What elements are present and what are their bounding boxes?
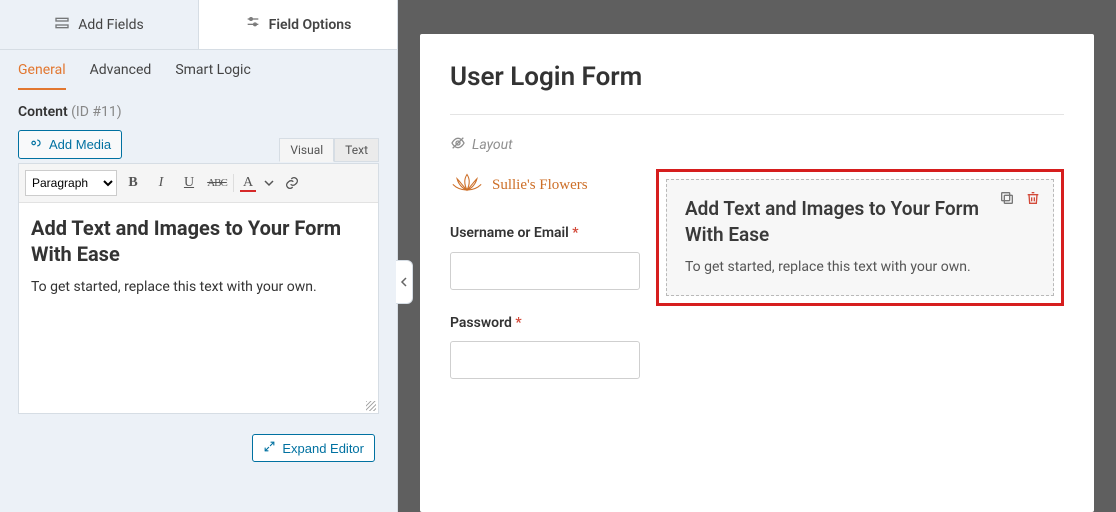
field-password-label: Password * (450, 314, 640, 334)
tab-field-options[interactable]: Field Options (199, 0, 397, 49)
required-mark: * (515, 315, 521, 331)
sliders-icon (245, 15, 261, 35)
underline-button[interactable]: U (177, 171, 201, 195)
toolbar-divider (233, 174, 234, 192)
form-title: User Login Form (450, 62, 1064, 115)
selected-block-highlight: Add Text and Images to Your Form With Ea… (656, 169, 1064, 306)
subtab-smart-logic[interactable]: Smart Logic (175, 62, 250, 90)
expand-icon (263, 440, 276, 456)
content-block-body: To get started, replace this text with y… (685, 259, 1035, 275)
editor-resize-handle[interactable] (366, 401, 376, 411)
add-media-button[interactable]: Add Media (18, 130, 122, 159)
mode-text[interactable]: Text (334, 138, 379, 162)
preview-canvas-outer: User Login Form Layout (398, 0, 1116, 512)
editor-heading-text: Add Text and Images to Your Form With Ea… (31, 215, 366, 267)
field-password[interactable]: Password * (450, 314, 640, 380)
link-button[interactable] (280, 171, 304, 195)
layout-row: Sullie's Flowers Username or Email * (450, 169, 1064, 403)
text-color-button[interactable]: A (238, 172, 258, 194)
content-id: (ID #11) (71, 104, 122, 120)
field-username[interactable]: Username or Email * (450, 224, 640, 290)
rich-text-editor: Visual Text Paragraph B I U ABC A (18, 163, 379, 414)
content-block-heading: Add Text and Images to Your Form With Ea… (685, 196, 1035, 247)
expand-editor-button[interactable]: Expand Editor (252, 434, 375, 462)
block-actions (999, 190, 1041, 210)
eye-off-icon (450, 135, 466, 155)
panel-top-tabs: Add Fields Field Options (0, 0, 397, 50)
editor-mode-tabs: Visual Text (279, 138, 379, 162)
editor-toolbar: Paragraph B I U ABC A (19, 164, 378, 203)
editor-body-text: To get started, replace this text with y… (31, 279, 366, 295)
tab-field-options-label: Field Options (269, 17, 352, 33)
password-input[interactable] (450, 341, 640, 379)
trash-icon[interactable] (1025, 190, 1041, 210)
add-media-label: Add Media (49, 137, 111, 152)
text-color-caret[interactable] (262, 178, 276, 188)
italic-button[interactable]: I (149, 171, 173, 195)
duplicate-icon[interactable] (999, 190, 1015, 210)
tab-add-fields-label: Add Fields (78, 17, 144, 33)
block-format-select[interactable]: Paragraph (25, 170, 117, 196)
layout-label: Layout (450, 135, 1064, 155)
strike-button[interactable]: ABC (205, 171, 229, 195)
media-icon (29, 136, 43, 153)
content-heading: Content (ID #11) (18, 104, 379, 120)
field-username-label: Username or Email * (450, 224, 640, 244)
tab-add-fields[interactable]: Add Fields (0, 0, 199, 49)
editor-body[interactable]: Add Text and Images to Your Form With Ea… (19, 203, 378, 413)
subtab-advanced[interactable]: Advanced (90, 62, 152, 90)
form-fields: Username or Email * Password * (450, 224, 640, 379)
required-mark: * (572, 225, 578, 241)
lotus-icon (450, 169, 484, 202)
preview-canvas: User Login Form Layout (420, 34, 1094, 512)
brand-logo-text: Sullie's Flowers (492, 177, 588, 194)
panel-collapse-handle[interactable] (396, 260, 413, 304)
subtab-general[interactable]: General (18, 62, 66, 90)
mode-visual[interactable]: Visual (279, 138, 334, 162)
content-block[interactable]: Add Text and Images to Your Form With Ea… (666, 179, 1054, 296)
brand-logo: Sullie's Flowers (450, 169, 640, 202)
sidebar-panel: Add Fields Field Options General Advance… (0, 0, 398, 512)
add-fields-icon (54, 15, 70, 35)
bold-button[interactable]: B (121, 171, 145, 195)
content-section: Content (ID #11) Add Media Visual Text P… (0, 90, 397, 512)
expand-editor-label: Expand Editor (282, 441, 364, 456)
panel-sub-tabs: General Advanced Smart Logic (0, 50, 397, 90)
username-input[interactable] (450, 252, 640, 290)
